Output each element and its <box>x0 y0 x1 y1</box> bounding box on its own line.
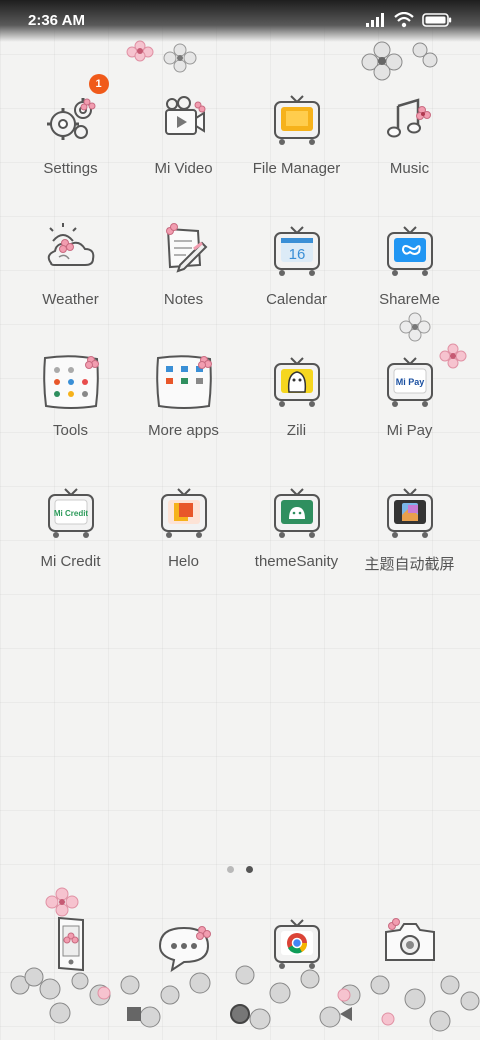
status-time: 2:36 AM <box>28 12 85 29</box>
micredit-screen-text: Mi Credit <box>53 509 88 518</box>
micredit-tv-icon: Mi Credit <box>39 481 103 545</box>
status-bar: 2:36 AM <box>0 0 480 42</box>
mipay-screen-text: Mi Pay <box>395 377 424 387</box>
app-music[interactable]: Music <box>353 88 466 219</box>
app-label: Mi Video <box>154 160 213 177</box>
zili-tv-icon <box>265 350 329 414</box>
flower-decoration-icon <box>163 43 197 73</box>
flower-decoration-icon <box>126 40 154 62</box>
folder-tools[interactable]: Tools <box>14 350 127 481</box>
phone-icon <box>39 912 103 976</box>
dock-phone[interactable] <box>14 912 127 976</box>
app-settings[interactable]: 1 Settings <box>14 74 127 219</box>
chrome-tv-icon <box>265 912 329 976</box>
app-mi-video[interactable]: Mi Video <box>127 88 240 219</box>
folder-more-apps[interactable]: More apps <box>127 350 240 481</box>
android-tv-icon <box>265 481 329 545</box>
camera-icon <box>378 912 442 976</box>
music-note-icon <box>378 88 442 152</box>
gear-icon: 1 <box>39 74 109 152</box>
navigation-bar <box>0 988 480 1040</box>
shareme-tv-icon <box>378 219 442 283</box>
wifi-icon <box>394 12 414 28</box>
app-calendar[interactable]: 16 Calendar <box>240 219 353 350</box>
app-label: Mi Pay <box>386 422 433 439</box>
page-indicator <box>0 866 480 873</box>
app-zili[interactable]: Zili <box>240 350 353 481</box>
cloud-sun-icon <box>39 219 103 283</box>
app-label: Helo <box>168 553 199 570</box>
dock-messages[interactable] <box>127 912 240 976</box>
app-row: 1 Settings Mi Video File Manager Music <box>14 74 466 219</box>
app-notes[interactable]: Notes <box>127 219 240 350</box>
app-label: More apps <box>148 422 219 439</box>
notification-badge: 1 <box>88 74 109 94</box>
app-label: themeSanity <box>254 553 339 570</box>
app-grid: 1 Settings Mi Video File Manager Music W… <box>14 74 466 612</box>
notepad-icon <box>152 219 216 283</box>
app-row: Weather Notes 16 Calendar ShareMe <box>14 219 466 350</box>
video-icon <box>152 88 216 152</box>
app-shareme[interactable]: ShareMe <box>353 219 466 350</box>
more-apps-folder-icon <box>152 350 216 414</box>
page-dot-2-active[interactable] <box>246 866 253 873</box>
app-label: Settings <box>43 160 98 177</box>
app-theme-screenshot[interactable]: 主题自动截屏 <box>353 481 466 612</box>
folder-tv-icon <box>265 88 329 152</box>
app-file-manager[interactable]: File Manager <box>240 88 353 219</box>
mipay-tv-icon: Mi Pay <box>378 350 442 414</box>
app-label: Weather <box>42 291 99 308</box>
dock-chrome[interactable] <box>240 912 353 976</box>
app-label: Music <box>389 160 430 177</box>
signal-icon <box>366 13 384 27</box>
app-helo[interactable]: Helo <box>127 481 240 612</box>
helo-tv-icon <box>152 481 216 545</box>
app-mi-pay[interactable]: Mi Pay Mi Pay <box>353 350 466 481</box>
app-label: ShareMe <box>379 291 440 308</box>
calendar-day-number: 16 <box>288 246 305 263</box>
app-label: Notes <box>163 291 204 308</box>
app-themesanity[interactable]: themeSanity <box>240 481 353 612</box>
app-mi-credit[interactable]: Mi Credit Mi Credit <box>14 481 127 612</box>
calendar-tv-icon: 16 <box>265 219 329 283</box>
flower-decoration-icon <box>361 41 438 81</box>
message-bubble-icon <box>152 912 216 976</box>
app-row: Tools More apps Zili Mi Pay Mi Pay <box>14 350 466 481</box>
home-button-icon[interactable] <box>228 1002 252 1026</box>
app-label: 主题自动截屏 <box>364 556 455 573</box>
dock-camera[interactable] <box>353 912 466 976</box>
page-dot-1[interactable] <box>227 866 234 873</box>
dock <box>14 912 466 976</box>
app-label: Mi Credit <box>40 553 101 570</box>
app-label: Tools <box>52 422 89 439</box>
battery-icon <box>422 13 452 27</box>
app-label: Calendar <box>266 291 327 308</box>
recents-button-icon[interactable] <box>124 1004 144 1024</box>
status-icons <box>366 12 452 28</box>
app-weather[interactable]: Weather <box>14 219 127 350</box>
back-button-icon[interactable] <box>336 1004 356 1024</box>
app-label: Zili <box>286 422 307 439</box>
tools-folder-icon <box>39 350 103 414</box>
app-label: File Manager <box>252 160 341 177</box>
app-row: Mi Credit Mi Credit Helo themeSanity 主题自… <box>14 481 466 612</box>
screenshot-tv-icon <box>378 481 442 545</box>
